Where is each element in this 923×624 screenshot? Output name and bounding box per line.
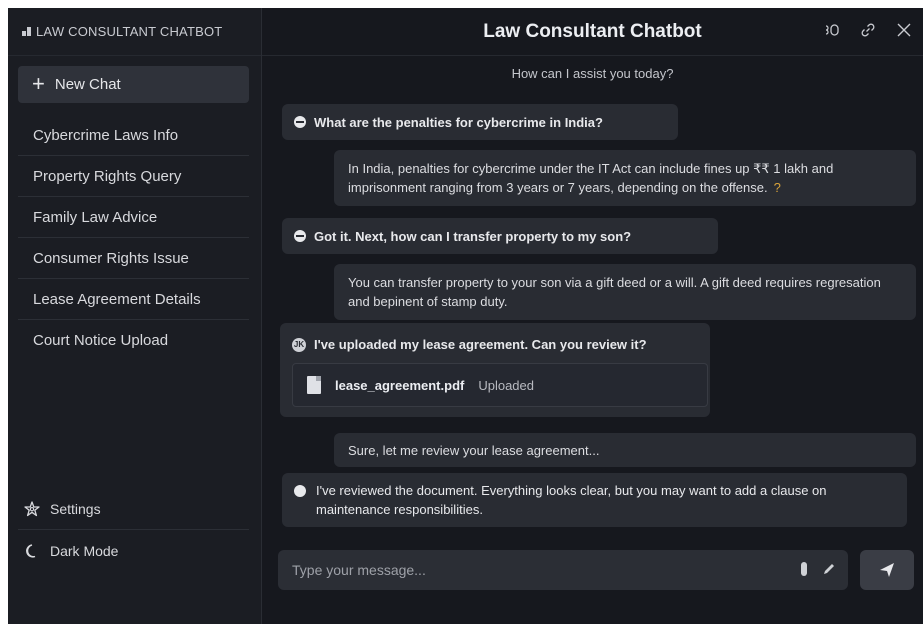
- dark-mode-label: Dark Mode: [50, 543, 119, 559]
- send-button[interactable]: [860, 550, 914, 590]
- message-input[interactable]: [292, 562, 798, 578]
- plus-icon: +: [32, 70, 45, 96]
- chat-subtitle: How can I assist you today?: [511, 66, 674, 81]
- settings-button[interactable]: Settings: [18, 488, 249, 530]
- bot-message: In India, penalties for cybercrime under…: [334, 150, 916, 206]
- message-text: I've uploaded my lease agreement. Can yo…: [314, 337, 647, 352]
- message-text: You can transfer property to your son vi…: [348, 275, 881, 309]
- user-badge-icon: JK: [292, 337, 306, 352]
- user-message: Got it. Next, how can I transfer propert…: [282, 218, 718, 254]
- file-name: lease_agreement.pdf: [335, 377, 465, 393]
- sidebar: LAW CONSULTANT CHATBOT + New Chat Cyberc…: [8, 8, 262, 624]
- sidebar-item-consumer[interactable]: Consumer Rights Issue: [18, 238, 249, 279]
- new-chat-label: New Chat: [54, 76, 121, 93]
- settings-icon: [24, 500, 40, 516]
- settings-label: Settings: [50, 500, 101, 517]
- document-icon: [307, 376, 321, 394]
- top-strip: [0, 0, 923, 8]
- user-message: What are the penalties for cybercrime in…: [282, 104, 678, 140]
- bot-message: You can transfer property to your son vi…: [334, 264, 916, 320]
- file-attachment[interactable]: lease_agreement.pdf Uploaded: [292, 363, 708, 407]
- sidebar-item-lease[interactable]: Lease Agreement Details: [18, 279, 249, 320]
- sidebar-item-cybercrime[interactable]: Cybercrime Laws Info: [18, 115, 249, 156]
- sidebar-footer: Settings Dark Mode: [18, 488, 249, 572]
- sidebar-item-label: Consumer Rights Issue: [33, 249, 189, 267]
- logo-icon: [22, 27, 31, 36]
- moon-icon: [26, 544, 36, 558]
- attachment-message: JK I've uploaded my lease agreement. Can…: [280, 323, 710, 417]
- bot-message: Sure, let me review your lease agreement…: [334, 433, 916, 467]
- dark-mode-toggle[interactable]: Dark Mode: [18, 530, 249, 572]
- file-status: Uploaded: [478, 377, 534, 393]
- user-avatar-icon: [294, 485, 306, 497]
- chat-header: Law Consultant Chatbot: [262, 8, 923, 56]
- warning-mark: ?: [773, 180, 781, 195]
- new-chat-button[interactable]: + New Chat: [18, 66, 249, 103]
- brand: LAW CONSULTANT CHATBOT: [8, 8, 261, 56]
- message-composer: [278, 550, 848, 590]
- page-title: Law Consultant Chatbot: [483, 20, 702, 42]
- sidebar-item-label: Court Notice Upload: [33, 332, 169, 349]
- user-avatar-icon: [294, 116, 306, 128]
- message-text: Sure, let me review your lease agreement…: [348, 443, 600, 458]
- user-message: I've reviewed the document. Everything l…: [282, 473, 907, 527]
- message-text: What are the penalties for cybercrime in…: [314, 114, 603, 130]
- message-text: In India, penalties for cybercrime under…: [348, 161, 834, 195]
- chat-history-list: Cybercrime Laws Info Property Rights Que…: [18, 115, 249, 361]
- sidebar-item-label: Lease Agreement Details: [33, 290, 201, 308]
- sidebar-item-label: Property Rights Query: [33, 167, 182, 185]
- message-text: I've reviewed the document. Everything l…: [316, 483, 827, 517]
- user-avatar-icon: [294, 230, 306, 242]
- sidebar-item-label: Family Law Advice: [33, 208, 158, 226]
- sidebar-item-court-notice[interactable]: Court Notice Upload: [18, 320, 249, 361]
- sidebar-item-label: Cybercrime Laws Info: [33, 126, 179, 144]
- sidebar-item-property[interactable]: Property Rights Query: [18, 156, 249, 197]
- brand-label: LAW CONSULTANT CHATBOT: [36, 24, 223, 39]
- user-message: JK I've uploaded my lease agreement. Can…: [292, 337, 647, 352]
- export-icon[interactable]: [823, 22, 841, 40]
- link-icon[interactable]: [859, 22, 877, 40]
- send-icon: [880, 563, 894, 577]
- message-text: Got it. Next, how can I transfer propert…: [314, 228, 632, 244]
- pencil-icon[interactable]: [822, 562, 836, 579]
- attach-icon[interactable]: [798, 561, 810, 580]
- close-icon[interactable]: [895, 22, 913, 40]
- header-actions: [823, 22, 913, 40]
- sidebar-item-family[interactable]: Family Law Advice: [18, 197, 249, 238]
